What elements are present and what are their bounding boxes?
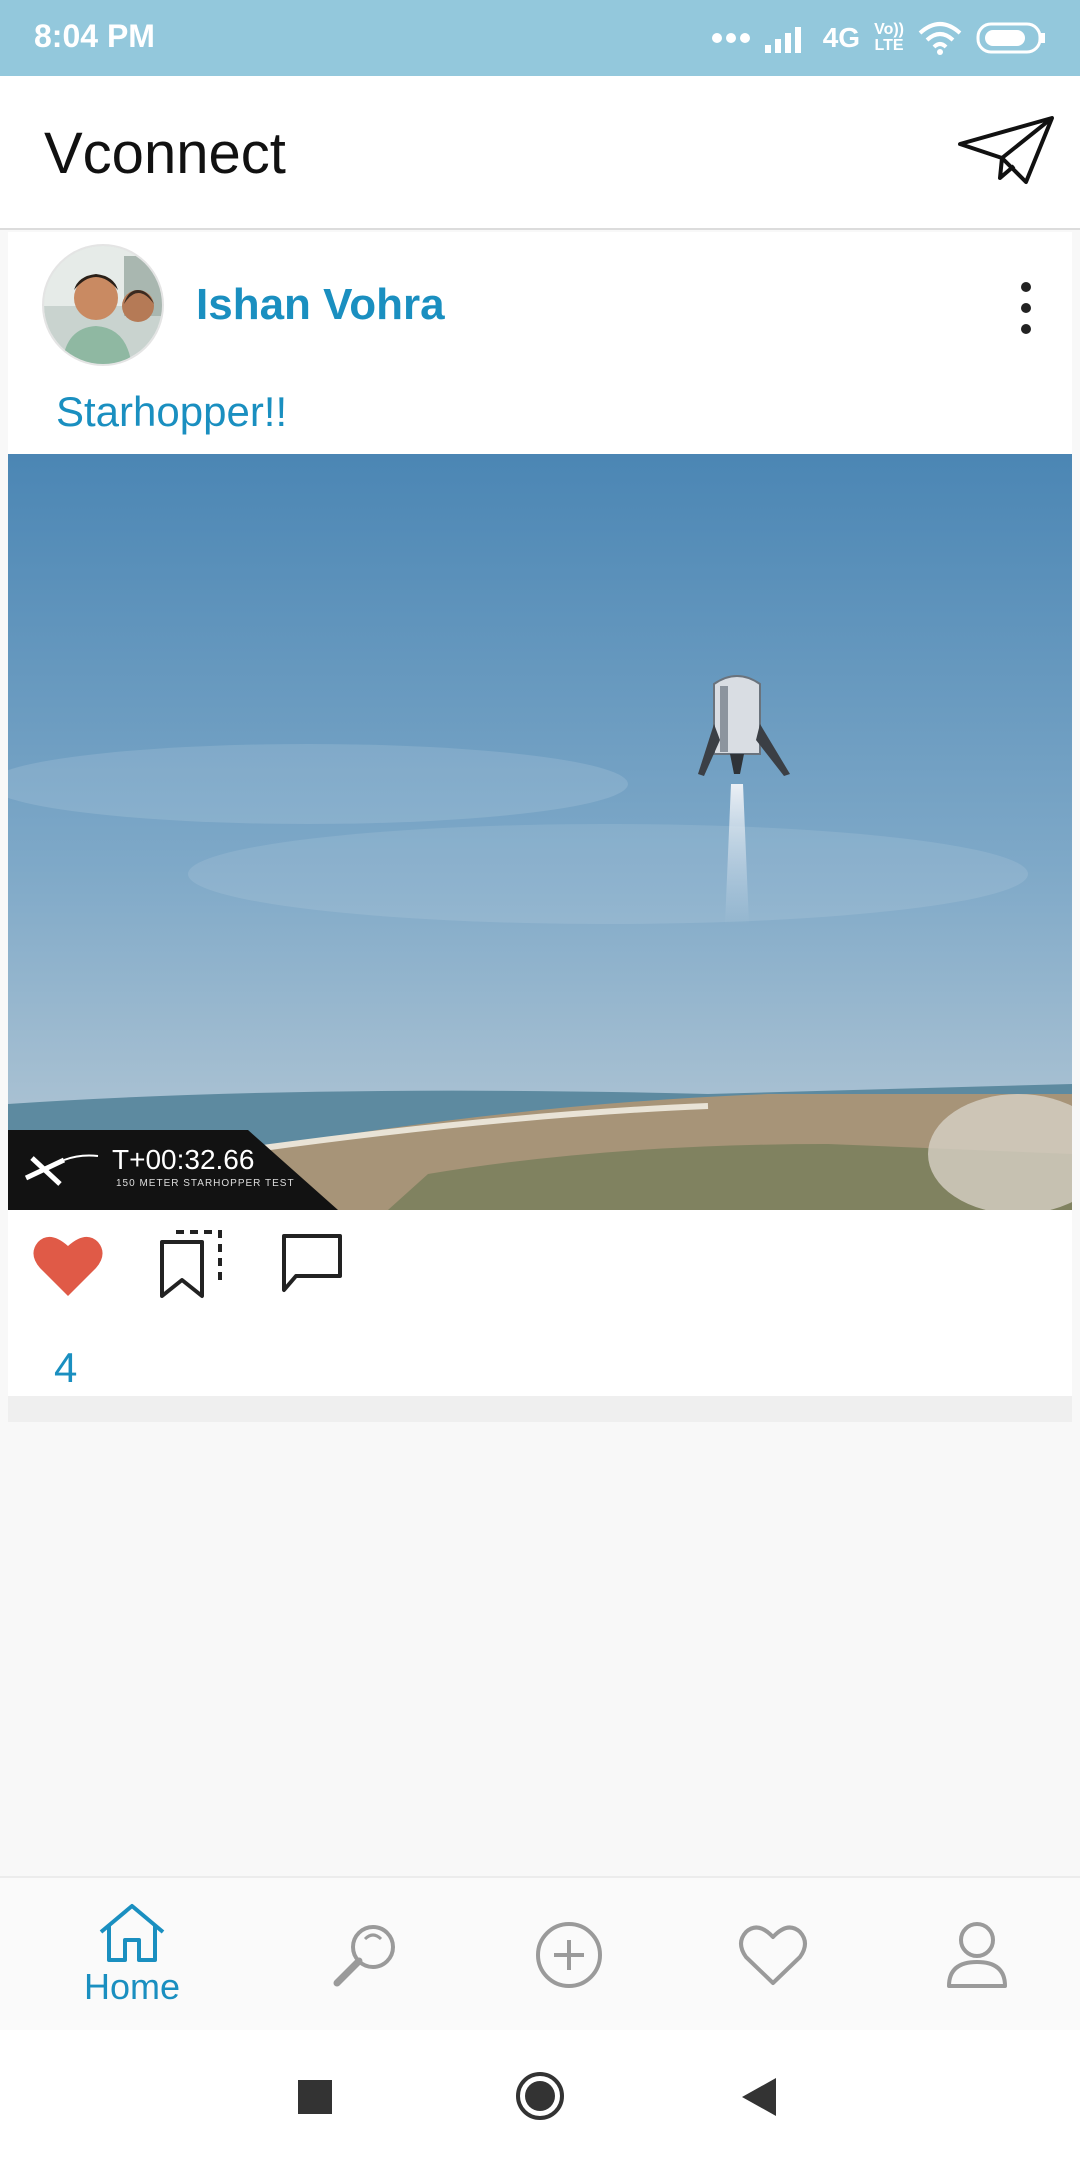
back-triangle-icon [742,2078,776,2116]
more-dot-icon [1021,324,1031,334]
app-bar: Vconnect [0,76,1080,230]
signal-icon [764,27,801,53]
nav-add-post[interactable] [514,1878,624,2032]
battery-icon [976,22,1045,54]
heart-filled-icon [33,1236,103,1296]
avatar[interactable] [42,244,164,366]
search-icon [333,1925,395,1987]
nav-search[interactable] [310,1878,420,2032]
wifi-icon [918,22,962,55]
add-icon [536,1922,602,1988]
circle-icon [516,2072,564,2120]
post-image[interactable]: T+00:32.66 150 METER STARHOPPER TEST [8,454,1072,1210]
nav-profile[interactable] [922,1878,1032,2032]
bottom-nav: Home [0,1876,1080,2030]
avatar-photo [44,246,162,364]
status-icons: 4G Vo)) LTE [711,14,1046,62]
dots-icon [711,33,750,43]
post-caption: Starhopper!! [56,388,288,435]
system-nav [0,2030,1080,2160]
save-button[interactable] [158,1228,224,1300]
more-dot-icon [1021,303,1031,313]
more-dot-icon [1021,282,1031,292]
rocket-photo [8,454,1072,1210]
post-author[interactable]: Ishan Vohra [196,280,445,330]
network-type: 4G [822,22,861,53]
video-timer: T+00:32.66 [112,1144,255,1175]
comment-button[interactable] [280,1232,344,1294]
status-time: 8:04 PM [34,18,155,54]
volte-badge: Vo)) LTE [874,22,904,54]
home-icon [99,1904,165,1962]
status-bar: 8:04 PM 4G Vo)) LTE [0,0,1080,76]
paper-plane-icon [958,116,1054,184]
heart-icon [739,1925,807,1985]
app-title: Vconnect [44,121,286,186]
video-subtitle: 150 METER STARHOPPER TEST [116,1178,295,1189]
nav-home[interactable]: Home [52,1878,212,2032]
nav-activity[interactable] [718,1878,828,2032]
volte-line-1: Vo)) [874,21,904,38]
comment-icon [282,1234,342,1292]
back-button[interactable] [742,2078,776,2121]
post-card: Ishan Vohra Starhopper!! T+00:32.66 150 … [8,232,1072,1422]
like-button[interactable] [32,1232,104,1298]
square-icon [298,2080,332,2114]
likes-count: 4 [54,1344,78,1391]
recents-button[interactable] [298,2080,332,2119]
send-message-button[interactable] [956,114,1056,190]
more-options-button[interactable] [1016,282,1036,334]
nav-home-label: Home [83,1966,181,2007]
volte-line-2: LTE [874,37,904,54]
bookmark-icon [160,1230,222,1298]
home-system-button[interactable] [514,2070,566,2127]
profile-icon [947,1922,1007,1988]
card-divider [8,1396,1072,1422]
